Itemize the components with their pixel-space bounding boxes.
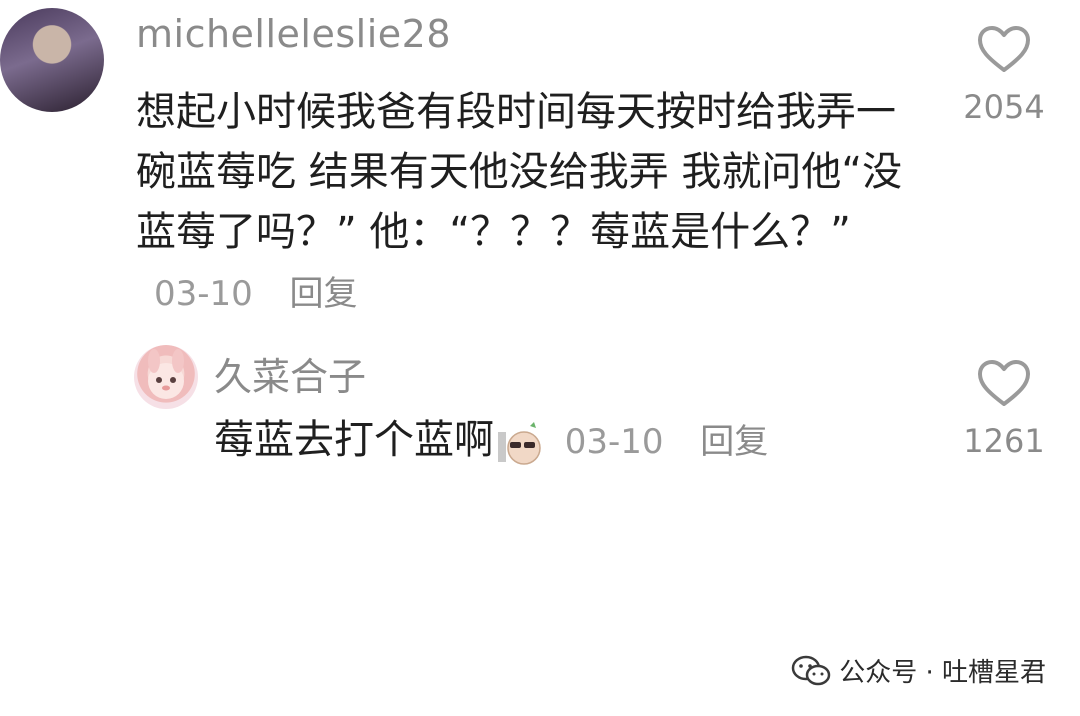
sunglasses-potato-sticker-icon (498, 422, 541, 465)
comment-username[interactable]: michelleleslie28 (136, 12, 451, 56)
reply-button[interactable]: 回复 (290, 274, 358, 314)
comment-body: 想起小时候我爸有段时间每天按时给我弄一碗蓝莓吃 结果有天他没给我弄 我就问他“没… (136, 82, 916, 324)
like-control[interactable]: 2054 (954, 24, 1054, 126)
comment-date: 03-10 (564, 422, 664, 462)
heart-outline-icon[interactable] (976, 358, 1032, 408)
avatar[interactable] (134, 345, 198, 409)
comment-text: 莓蓝去打个蓝啊 (214, 417, 494, 463)
comment-username[interactable]: 久菜合子 (214, 346, 366, 401)
comment-text: 想起小时候我爸有段时间每天按时给我弄一碗蓝莓吃 结果有天他没给我弄 我就问他“没… (136, 89, 903, 255)
heart-outline-icon[interactable] (976, 24, 1032, 74)
comment-list: michelleleslie28 想起小时候我爸有段时间每天按时给我弄一碗蓝莓吃… (0, 0, 1080, 716)
avatar[interactable] (0, 8, 104, 112)
reply-button[interactable]: 回复 (700, 422, 768, 462)
comment-body: 莓蓝去打个蓝啊 03-10 回复 (214, 410, 768, 472)
watermark-label: 公众号 · 吐槽星君 (839, 658, 1046, 688)
like-control[interactable]: 1261 (954, 358, 1054, 460)
watermark: 公众号 · 吐槽星君 (791, 652, 1046, 689)
wechat-icon (791, 655, 831, 685)
bunny-avatar-icon (148, 349, 184, 399)
like-count: 2054 (963, 88, 1045, 126)
comment-date: 03-10 (154, 274, 253, 314)
like-count: 1261 (963, 422, 1045, 460)
